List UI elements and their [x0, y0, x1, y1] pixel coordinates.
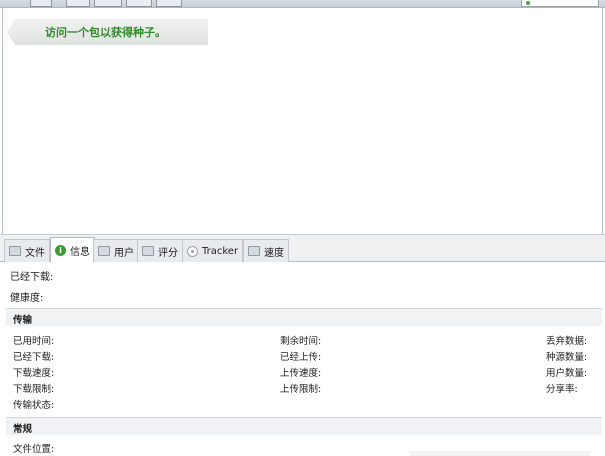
wasted-data-label: 丢弃数据:: [546, 336, 588, 347]
tracker-icon: [187, 245, 198, 257]
watermark-strip: [410, 451, 590, 456]
download-speed-label: 下载速度:: [13, 368, 55, 379]
tab-info[interactable]: i 信息: [50, 237, 95, 263]
tab-ratings[interactable]: 评分: [137, 239, 183, 262]
search-provider-icon: [526, 1, 530, 5]
health-label: 健康度:: [10, 293, 44, 304]
peers-count-label: 用户数量:: [546, 368, 588, 379]
tab-label: 速度: [264, 247, 284, 259]
tab-trackers[interactable]: Tracker: [182, 239, 244, 262]
seeds-count-label: 种源数量:: [546, 352, 588, 363]
folder-icon: [9, 246, 21, 256]
remaining-time-label: 剩余时间:: [280, 336, 322, 347]
toolbar-button[interactable]: [156, 0, 182, 7]
details-tab-bar: 文件 i 信息 用户 评分 Tracker 速度: [0, 234, 605, 263]
empty-list-hint: 访问一个包以获得种子。: [7, 19, 208, 45]
rating-icon: [142, 246, 154, 256]
downloaded-total-label: 已经下载:: [13, 352, 55, 363]
toolbar-button[interactable]: [94, 0, 122, 7]
search-input[interactable]: [521, 0, 599, 7]
tab-label: 信息: [70, 247, 90, 258]
info-panel: 已经下载: 健康度: 传输 已用时间: 已经下载: 下载速度: 下载限制: 传输…: [0, 262, 605, 456]
toolbar: [0, 0, 605, 8]
download-limit-label: 下载限制:: [13, 384, 55, 395]
share-ratio-label: 分享率:: [546, 384, 578, 395]
tab-label: 用户: [114, 247, 134, 259]
save-location-label: 文件位置:: [13, 444, 55, 455]
toolbar-button[interactable]: [30, 0, 52, 7]
app-window: 访问一个包以获得种子。 文件 i 信息 用户 评分 Tracker 速度 已经下: [0, 0, 605, 456]
speed-chart-icon: [248, 246, 260, 256]
tab-label: Tracker: [202, 245, 239, 257]
tab-speed[interactable]: 速度: [243, 239, 289, 262]
info-icon: i: [55, 245, 66, 256]
transfer-section-header: 传输: [6, 308, 602, 326]
downloaded-label: 已经下载:: [10, 272, 54, 283]
tab-label: 文件: [25, 247, 45, 259]
uploaded-total-label: 已经上传:: [280, 352, 322, 363]
upload-speed-label: 上传速度:: [280, 368, 322, 379]
elapsed-time-label: 已用时间:: [13, 336, 55, 347]
section-title: 传输: [13, 315, 33, 326]
toolbar-button[interactable]: [126, 0, 152, 7]
tab-peers[interactable]: 用户: [93, 239, 139, 262]
hint-text: 访问一个包以获得种子。: [45, 26, 166, 39]
general-section-header: 常规: [6, 417, 602, 435]
upload-limit-label: 上传限制:: [280, 384, 322, 395]
section-title: 常规: [13, 424, 33, 435]
tab-label: 评分: [158, 247, 178, 259]
toolbar-button[interactable]: [66, 0, 90, 7]
users-icon: [98, 246, 110, 256]
tab-files[interactable]: 文件: [4, 239, 50, 262]
transfer-status-label: 传输状态:: [13, 400, 55, 411]
torrent-list[interactable]: 访问一个包以获得种子。: [2, 8, 603, 234]
